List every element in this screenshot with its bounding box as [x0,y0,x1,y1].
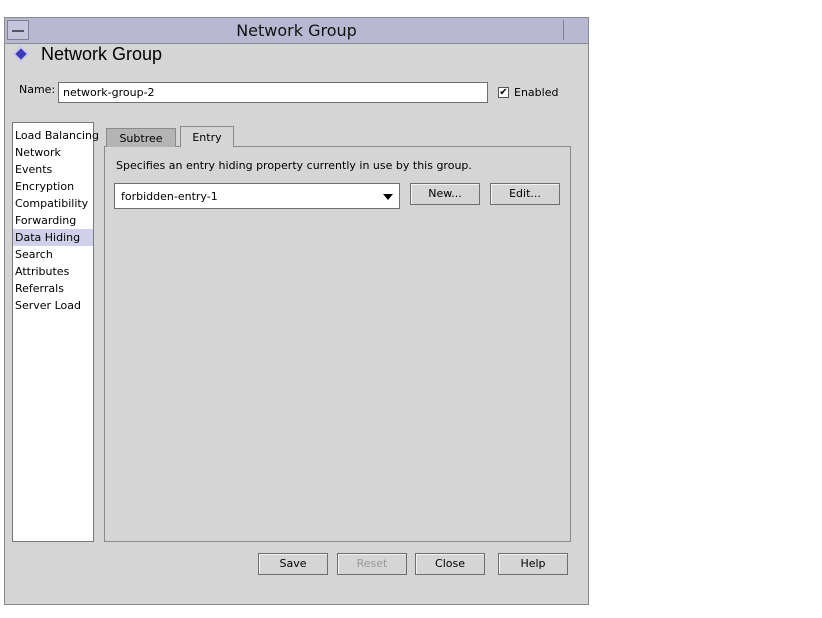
nav-item-network[interactable]: Network [13,144,93,161]
nav-item-events[interactable]: Events [13,161,93,178]
nav-item-encryption[interactable]: Encryption [13,178,93,195]
entry-select[interactable]: forbidden-entry-1 [114,183,400,209]
close-button-label: Close [435,557,465,570]
edit-button-label: Edit... [509,187,541,200]
nav-item-forwarding[interactable]: Forwarding [13,212,93,229]
nav-item-server-load[interactable]: Server Load [13,297,93,314]
edit-button[interactable]: Edit... [490,183,560,205]
name-input[interactable] [58,82,488,103]
nav-item-load-balancing[interactable]: Load Balancing [13,127,99,144]
save-button-label: Save [279,557,307,570]
reset-button[interactable]: Reset [337,553,407,575]
tab-subtree[interactable]: Subtree [106,128,176,147]
help-button[interactable]: Help [498,553,568,575]
diamond-icon [15,48,27,60]
tab-entry[interactable]: Entry [180,126,234,147]
entry-select-value: forbidden-entry-1 [121,190,218,203]
dropdown-arrow-icon[interactable] [383,194,393,200]
name-label: Name: [19,83,56,96]
page-title: Network Group [41,43,163,64]
entry-description: Specifies an entry hiding property curre… [116,159,472,172]
help-button-label: Help [520,557,546,570]
nav-item-compatibility[interactable]: Compatibility [13,195,93,212]
nav-item-search[interactable]: Search [13,246,93,263]
enabled-checkbox[interactable]: ✔ Enabled [498,86,558,99]
nav-item-referrals[interactable]: Referrals [13,280,93,297]
nav-item-attributes[interactable]: Attributes [13,263,93,280]
nav-item-data-hiding[interactable]: Data Hiding [13,229,93,246]
category-list: Load Balancing Network Events Encryption… [12,122,99,542]
close-button[interactable]: Close [415,553,485,575]
checkbox-checked-icon[interactable]: ✔ [498,87,509,98]
title-bar-right-edge [563,20,586,40]
new-button[interactable]: New... [410,183,480,205]
enabled-label: Enabled [514,86,559,99]
reset-button-label: Reset [356,557,388,570]
title-bar[interactable]: Network Group [5,18,588,44]
new-button-label: New... [428,187,462,200]
save-button[interactable]: Save [258,553,328,575]
page-header: Network Group [15,42,163,66]
window-title: Network Group [236,21,357,40]
